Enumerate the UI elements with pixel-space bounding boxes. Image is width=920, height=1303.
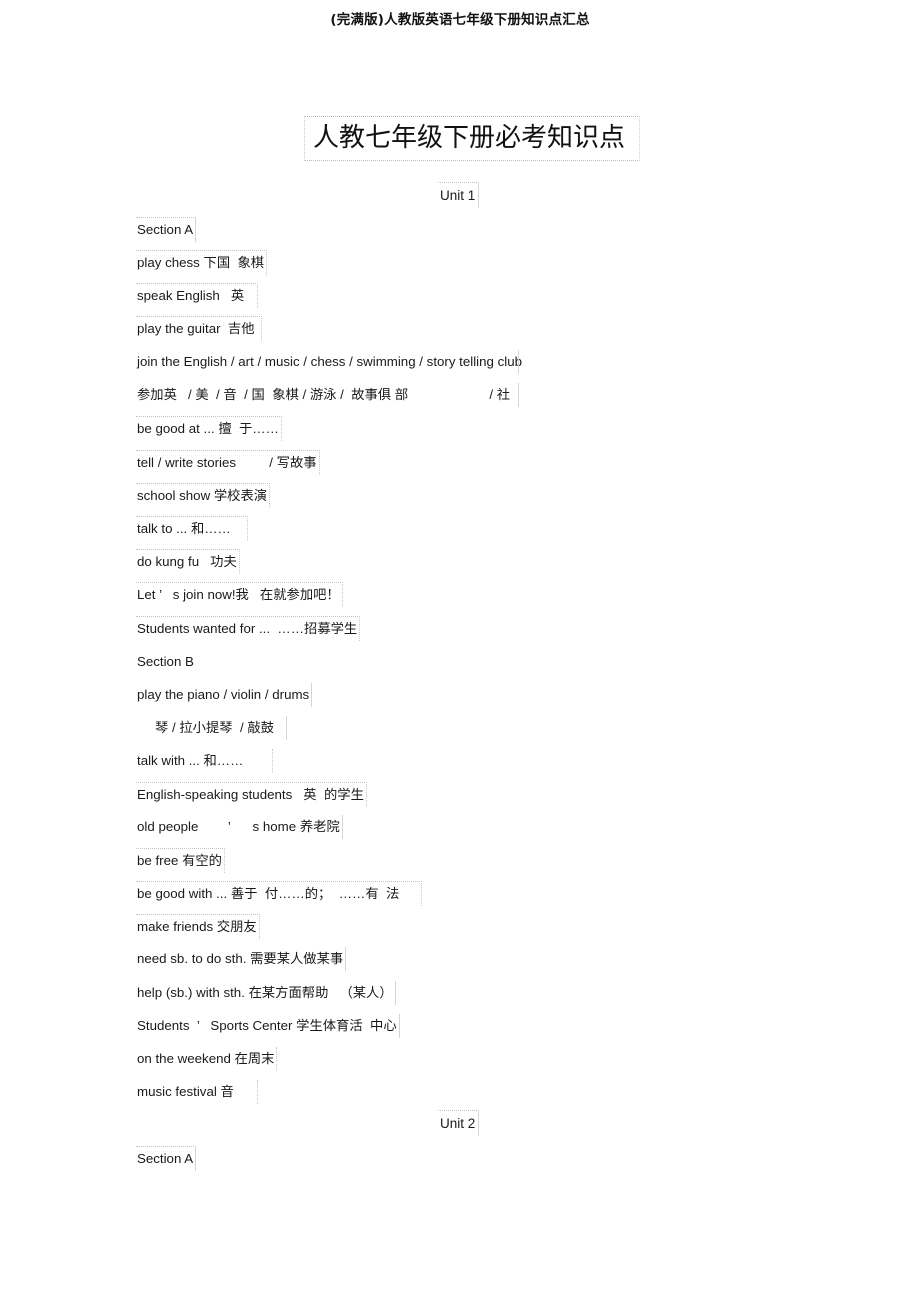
section-label-unit2-a: Section A (136, 1146, 197, 1171)
running-header: (完满版)人教版英语七年级下册知识点汇总 (330, 12, 590, 28)
entry-text: Students wanted for ... ……招募学生 (136, 616, 361, 641)
entry-text: talk with ... 和…… (137, 753, 244, 768)
entry-text: play chess 下国 象棋 (136, 250, 268, 275)
list-item: old people ’ s home 养老院 (136, 813, 343, 839)
list-item: be good at ... 擅 于…… (136, 414, 282, 441)
list-item: Students ’ Sports Center 学生体育活 中心 (136, 1012, 400, 1038)
list-item: talk with ... 和…… (136, 747, 273, 773)
cell-rule (518, 383, 519, 407)
unit-heading-unit-1: Unit 1 (438, 182, 480, 208)
list-item: make friends 交朋友 (136, 912, 260, 939)
section-label-unit1-a: Section A (136, 217, 197, 242)
document-page: (完满版)人教版英语七年级下册知识点汇总 人教七年级下册必考知识点 Unit 1… (0, 0, 920, 1303)
section-label-unit1-b: Section B (137, 654, 194, 669)
entry-text: make friends 交朋友 (136, 914, 260, 939)
list-item: play the guitar 吉他 (136, 314, 262, 341)
entry-text: school show 学校表演 (136, 483, 271, 508)
entry-text: be good at ... 擅 于…… (136, 416, 282, 441)
entry-text: play the piano / violin / drums (136, 683, 313, 707)
entry-text: help (sb.) with sth. 在某方面帮助 （某人） (136, 981, 396, 1005)
unit-heading-row: Unit 1 (0, 182, 920, 210)
list-item: help (sb.) with sth. 在某方面帮助 （某人） (136, 979, 396, 1005)
document-title-container: 人教七年级下册必考知识点 (304, 116, 640, 161)
entry-text: play the guitar 吉他 (136, 316, 262, 341)
list-item: speak English 英 (136, 281, 258, 308)
entry-text: music festival 音 (136, 1080, 258, 1104)
entry-text: 琴 / 拉小提琴 / 敲鼓 (155, 720, 274, 735)
entry-text: be free 有空的 (136, 848, 225, 873)
list-item: tell / write stories / 写故事 (136, 448, 320, 475)
list-item: be good with ... 善于 付……的； ……有 法 (136, 879, 422, 906)
entry-text: 参加英 / 美 / 音 / 国 象棋 / 游泳 / 故事俱 部 / 社 (137, 387, 511, 402)
list-item: join the English / art / music / chess /… (136, 348, 524, 374)
list-item: Students wanted for ... ……招募学生 (136, 614, 361, 641)
entry-text: join the English / art / music / chess /… (137, 354, 523, 369)
section-label-row: Section B (136, 648, 196, 674)
list-item: play chess 下国 象棋 (136, 248, 268, 275)
entry-text: tell / write stories / 写故事 (136, 450, 320, 475)
entry-text: talk to ... 和…… (136, 516, 248, 541)
list-item: 琴 / 拉小提琴 / 敲鼓 (136, 714, 287, 740)
entry-text: old people ’ s home 养老院 (136, 815, 343, 839)
entry-text: speak English 英 (136, 283, 258, 308)
list-item: talk to ... 和…… (136, 514, 248, 541)
entry-text: English-speaking students 英 的学生 (136, 782, 367, 807)
unit-heading-row: Unit 2 (0, 1110, 920, 1138)
entry-text: need sb. to do sth. 需要某人做某事 (136, 947, 347, 971)
list-item: do kung fu 功夫 (136, 547, 240, 574)
entry-text: Students ’ Sports Center 学生体育活 中心 (136, 1014, 400, 1038)
entry-text: Let ’ s join now!我 在就参加吧！ (136, 582, 343, 607)
list-item: play the piano / violin / drums (136, 681, 313, 707)
entry-text: be good with ... 善于 付……的； ……有 法 (136, 881, 422, 906)
section-label-row: Section A (136, 1144, 197, 1171)
unit-heading-unit-2: Unit 2 (438, 1110, 480, 1136)
list-item: on the weekend 在周末 (136, 1045, 278, 1071)
list-item: school show 学校表演 (136, 481, 271, 508)
list-item: 参加英 / 美 / 音 / 国 象棋 / 游泳 / 故事俱 部 / 社 (136, 381, 519, 407)
cell-rule (518, 350, 519, 374)
cell-rule (286, 716, 287, 740)
list-item: need sb. to do sth. 需要某人做某事 (136, 945, 347, 971)
list-item: be free 有空的 (136, 846, 225, 873)
list-item: music festival 音 (136, 1078, 258, 1104)
entry-text: do kung fu 功夫 (136, 549, 240, 574)
entry-text: on the weekend 在周末 (136, 1047, 278, 1071)
page-title: 人教七年级下册必考知识点 (304, 116, 640, 161)
cell-rule (272, 749, 273, 773)
section-label-row: Section A (136, 215, 197, 242)
list-item: English-speaking students 英 的学生 (136, 780, 367, 807)
list-item: Let ’ s join now!我 在就参加吧！ (136, 580, 343, 607)
